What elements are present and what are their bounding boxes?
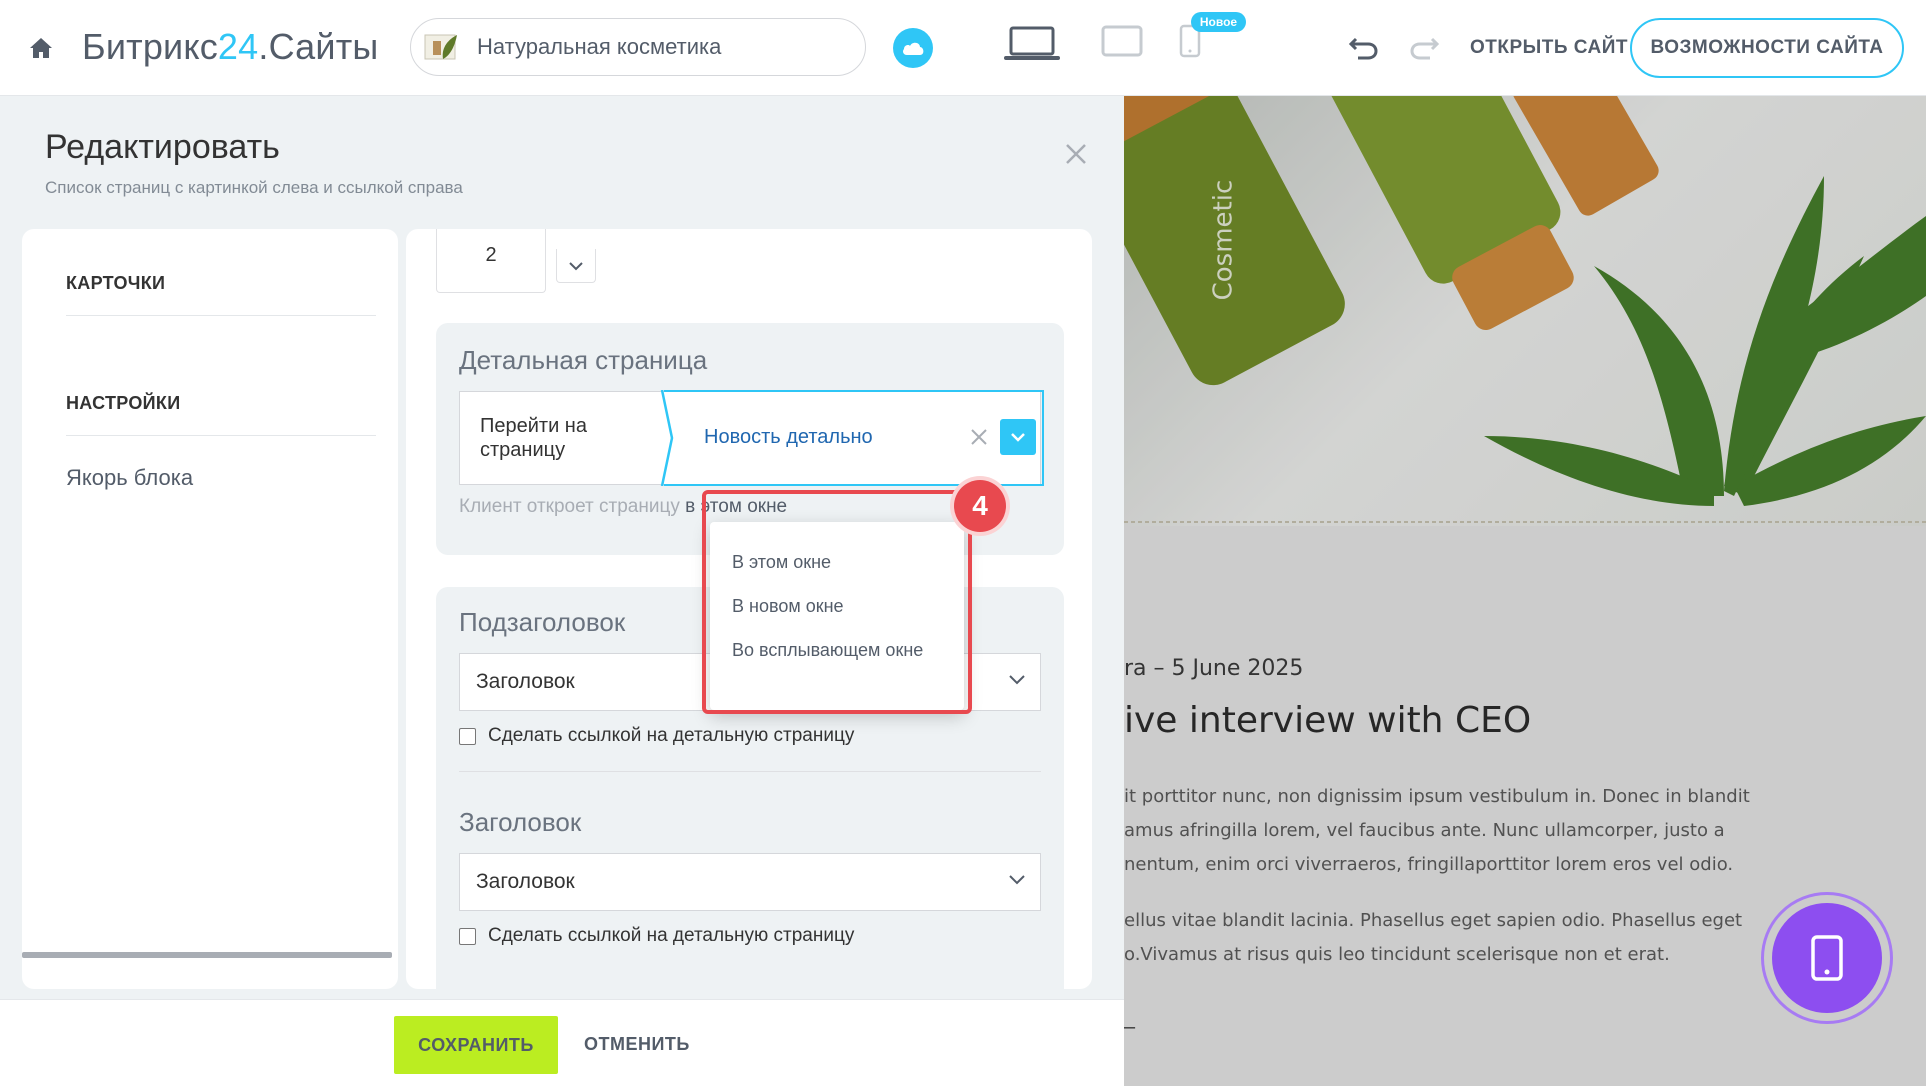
cloud-button[interactable] [893,28,933,68]
site-thumbnail-icon [424,34,457,60]
cancel-button[interactable]: ОТМЕНИТЬ [584,1034,690,1055]
count-dropdown[interactable] [556,249,596,283]
editor-subtitle: Список страниц с картинкой слева и ссылк… [45,178,463,197]
mobile-preview-button[interactable] [1761,892,1893,1024]
site-name: Натуральная косметика [477,34,722,59]
link-type-label[interactable]: Перейти на страницу [480,414,640,462]
chevron-down-icon [1011,433,1025,442]
top-bar: Битрикс24.Сайты Натуральная косметика Но… [0,0,1926,96]
site-selector[interactable]: Натуральная косметика [410,18,866,76]
tablet-icon[interactable] [1101,24,1143,58]
redo-icon[interactable] [1408,33,1440,61]
step-badge: 4 [954,480,1006,532]
select-value: Заголовок [476,670,575,693]
checkbox-label: Сделать ссылкой на детальную страницу [488,925,855,946]
section-divider [459,771,1041,772]
undo-icon[interactable] [1348,33,1380,61]
chevron-down-icon [1009,875,1025,885]
mobile-preview-button-inner [1772,903,1882,1013]
nav-cards[interactable]: КАРТОЧКИ [66,273,165,294]
nav-divider [66,315,376,316]
nav-scrollbar[interactable] [22,952,392,958]
home-icon[interactable] [28,36,54,60]
open-site-link[interactable]: ОТКРЫТЬ САЙТ [1470,37,1628,59]
editor-nav: КАРТОЧКИ НАСТРОЙКИ Якорь блока [22,229,398,989]
nav-anchor[interactable]: Якорь блока [66,465,193,491]
nav-divider [66,435,376,436]
checkbox-label: Сделать ссылкой на детальную страницу [488,725,855,746]
link-field[interactable]: Перейти на страницу Новость детально [459,390,1044,486]
laptop-icon[interactable] [1003,24,1061,64]
heading-link-checkbox-row[interactable]: Сделать ссылкой на детальную страницу [459,925,854,947]
link-value[interactable]: Новость детально [704,426,873,449]
clear-icon[interactable] [970,428,988,446]
brand-logo[interactable]: Битрикс24.Сайты [82,26,378,68]
site-features-button[interactable]: ВОЗМОЖНОСТИ САЙТА [1630,18,1904,78]
heading-select[interactable]: Заголовок [459,853,1041,911]
brand-accent: 24 [217,26,259,67]
mobile-icon [1811,935,1843,981]
new-badge: Новое [1191,12,1246,32]
brand-suffix: .Сайты [258,26,379,67]
section-title: Заголовок [459,807,582,837]
section-title: Детальная страница [459,345,708,375]
checkbox[interactable] [459,727,476,745]
editor-footer: СОХРАНИТЬ ОТМЕНИТЬ [0,999,1124,1086]
close-icon[interactable] [1064,142,1088,166]
nav-settings[interactable]: НАСТРОЙКИ [66,393,180,414]
site-preview: Cosmetic ra – 5 June 2025 ive interview … [1124,96,1926,1086]
highlight-frame [702,490,972,714]
hint-prefix: Клиент откроет страницу [459,496,680,517]
save-button[interactable]: СОХРАНИТЬ [394,1016,558,1074]
brand-main: Битрикс [82,26,218,67]
count-input[interactable]: 2 [436,229,546,293]
subtitle-link-checkbox-row[interactable]: Сделать ссылкой на детальную страницу [459,725,854,747]
link-dropdown-button[interactable] [1000,419,1036,455]
editor-title: Редактировать [45,128,280,166]
cloud-icon [903,42,924,55]
select-value: Заголовок [476,870,575,893]
chevron-down-icon [569,261,583,270]
chevron-down-icon [1009,675,1025,685]
section-title: Подзаголовок [459,607,626,637]
checkbox[interactable] [459,927,476,945]
